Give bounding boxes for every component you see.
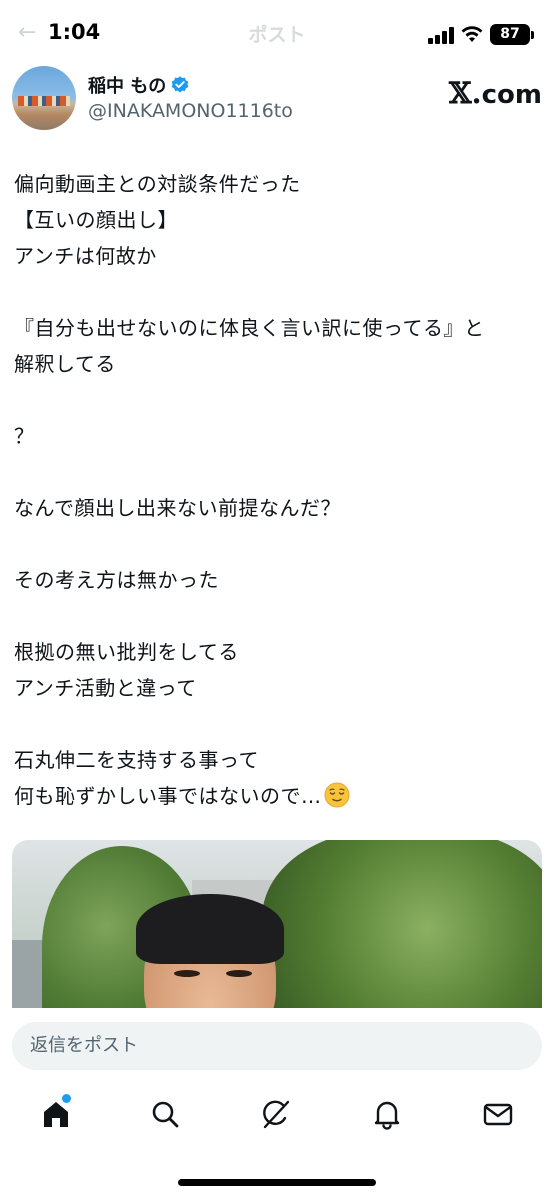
tweet-line-last: 何も恥ずかしい事ではないので… — [14, 778, 544, 814]
battery-tip — [531, 31, 534, 39]
signal-icon — [428, 26, 456, 44]
tweet-line: 偏向動画主との対談条件だった — [14, 172, 301, 196]
author-handle[interactable]: @INAKAMONO1116to — [88, 100, 293, 122]
tweet-author: 稲中 もの @INAKAMONO1116to 𝕏.com — [12, 66, 542, 132]
reply-placeholder: 返信をポスト — [30, 1035, 138, 1056]
author-name-row[interactable]: 稲中 もの — [88, 72, 190, 98]
tweet-line: なんで顔出し出来ない前提なんだ？ — [14, 496, 341, 520]
tweet-line: アンチ活動と違って — [14, 676, 197, 700]
photo-person-hair — [136, 894, 284, 964]
x-logo-icon: 𝕏. — [449, 76, 482, 110]
battery-indicator: 87 — [490, 24, 530, 45]
tweet-line: 石丸伸二を支持する事って — [14, 748, 259, 772]
x-com-watermark: 𝕏.com — [449, 76, 542, 110]
tweet-line: 根拠の無い批判をしてる — [14, 640, 239, 664]
tab-bar — [0, 1080, 554, 1150]
x-com-label: com — [481, 80, 542, 110]
reply-area: 返信をポスト — [0, 1008, 554, 1078]
status-time: 1:04 — [48, 20, 101, 44]
notifications-icon — [374, 1101, 400, 1130]
tweet-line: ？ — [14, 424, 35, 448]
notification-dot — [62, 1094, 71, 1103]
photo-person-eye — [174, 970, 200, 977]
tab-home[interactable] — [34, 1092, 78, 1136]
search-icon — [152, 1101, 179, 1128]
tweet-line: 『自分も出せないのに体良く言い訳に使ってる』と — [14, 316, 485, 340]
avatar-image-detail — [18, 96, 70, 106]
tab-grok[interactable] — [254, 1092, 298, 1136]
tweet-line: 【互いの顔出し】 — [14, 208, 178, 232]
tweet-line: 解釈してる — [14, 352, 116, 376]
status-bar: ← ポスト 1:04 87 — [0, 0, 554, 70]
author-name[interactable]: 稲中 もの — [88, 76, 166, 97]
wifi-icon — [460, 24, 484, 44]
avatar[interactable] — [12, 66, 76, 130]
reply-input[interactable]: 返信をポスト — [12, 1022, 542, 1070]
tweet-line-text: 何も恥ずかしい事ではないので… — [14, 784, 322, 808]
relieved-face-icon — [324, 782, 349, 808]
tab-messages[interactable] — [476, 1092, 520, 1136]
tweet-text: 偏向動画主との対談条件だった 【互いの顔出し】 アンチは何故か 『自分も出せない… — [14, 166, 544, 814]
tweet-line: その考え方は無かった — [14, 568, 219, 592]
verified-badge-icon — [171, 76, 189, 93]
photo-person-eye — [226, 970, 252, 977]
tab-notifications[interactable] — [365, 1092, 409, 1136]
grok-icon — [263, 1100, 290, 1129]
tweet-line: アンチは何故か — [14, 244, 157, 268]
tab-search[interactable] — [143, 1092, 187, 1136]
messages-icon — [483, 1103, 513, 1126]
home-indicator[interactable] — [178, 1179, 376, 1186]
